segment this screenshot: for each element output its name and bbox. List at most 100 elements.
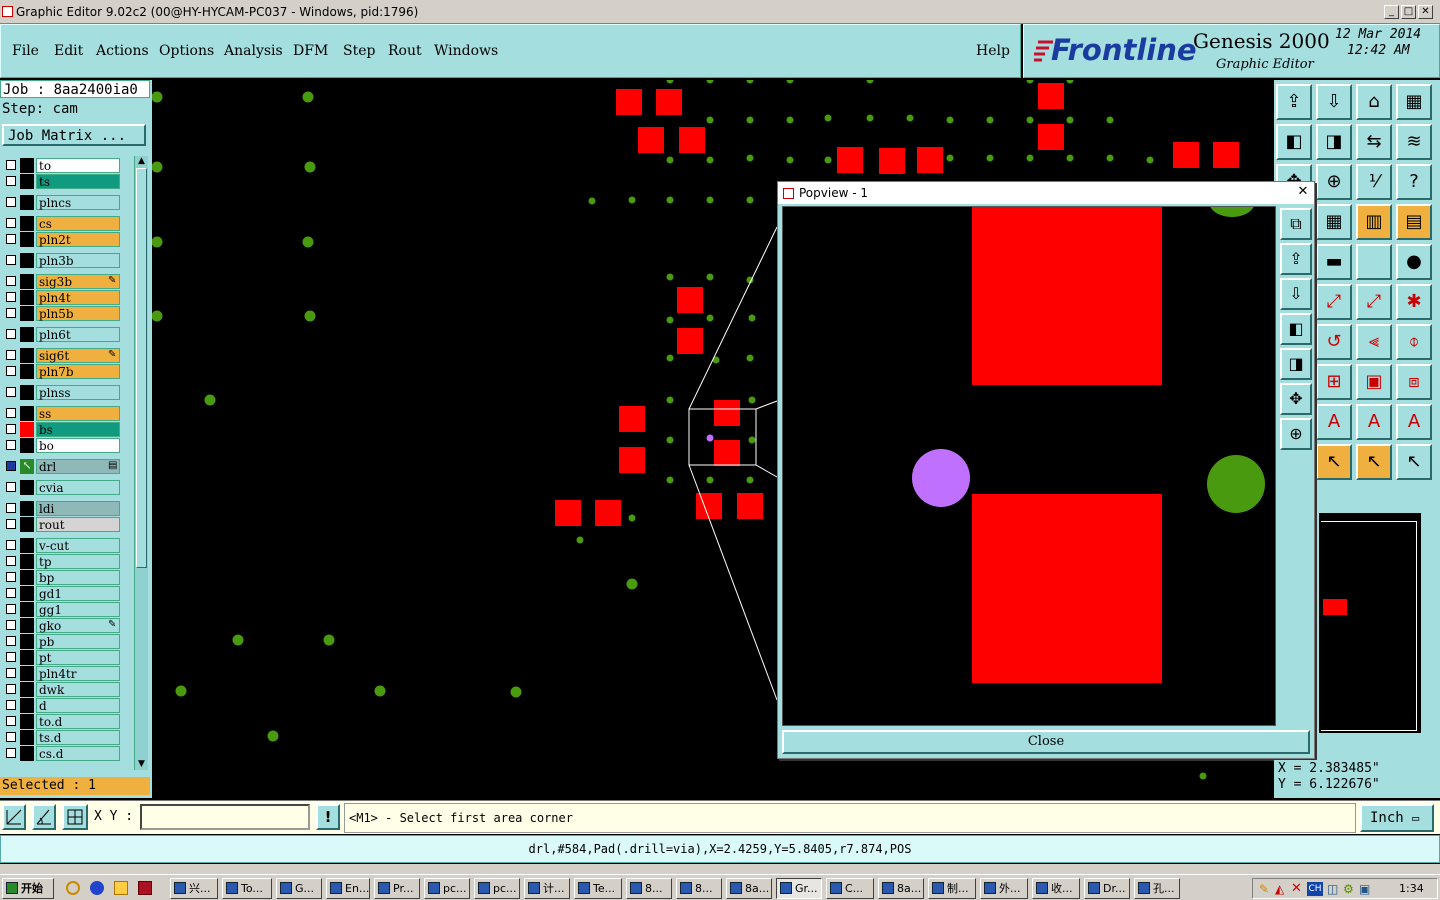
layer-checkbox[interactable] (6, 748, 16, 758)
view-window-icon[interactable]: ▦ (1396, 84, 1432, 120)
menu-windows[interactable]: Windows (434, 43, 498, 59)
layer-row-to.d[interactable]: to.d (2, 714, 120, 729)
help-icon[interactable]: ? (1396, 164, 1432, 200)
taskbar-item[interactable]: 8a... (878, 878, 924, 899)
layer-row-plnss[interactable]: plnss (2, 385, 120, 400)
layer-color-swatch[interactable] (20, 570, 34, 585)
maximize-button[interactable]: □ (1401, 5, 1416, 19)
pop-pan-right-icon[interactable]: ◨ (1280, 348, 1312, 380)
layer-row-bo[interactable]: bo (2, 438, 120, 453)
clock-app-icon[interactable] (66, 881, 80, 895)
layer-checkbox[interactable] (6, 329, 16, 339)
layer-row-d[interactable]: d (2, 698, 120, 713)
layer-checkbox[interactable] (6, 716, 16, 726)
layer-feature-icon[interactable]: ▥ (1356, 204, 1392, 240)
layer-checkbox[interactable] (6, 387, 16, 397)
taskbar-item[interactable]: 孔... (1134, 878, 1180, 899)
layer-color-swatch[interactable] (20, 195, 34, 210)
layer-color-swatch[interactable] (20, 174, 34, 189)
layer-row-pln4tr[interactable]: pln4tr (2, 666, 120, 681)
menu-step[interactable]: Step (343, 43, 375, 59)
layer-checkbox[interactable] (6, 668, 16, 678)
layer-color-swatch[interactable] (20, 586, 34, 601)
menu-rout[interactable]: Rout (388, 43, 422, 59)
layer-checkbox[interactable] (6, 540, 16, 550)
layer-color-swatch[interactable] (20, 746, 34, 761)
layer-row-dwk[interactable]: dwk (2, 682, 120, 697)
save-icon[interactable] (138, 881, 152, 895)
layer-row-pln7b[interactable]: pln7b (2, 364, 120, 379)
taskbar-item[interactable]: 外... (980, 878, 1028, 899)
layer-checkbox[interactable] (6, 700, 16, 710)
swap-icon[interactable]: ⇆ (1356, 124, 1392, 160)
ruler-icon[interactable] (1356, 244, 1392, 280)
layer-checkbox[interactable] (6, 620, 16, 630)
layer-color-swatch[interactable] (20, 216, 34, 231)
layer-row-pt[interactable]: pt (2, 650, 120, 665)
angle-tool-icon[interactable] (32, 804, 56, 830)
taskbar-item[interactable]: Dr... (1084, 878, 1130, 899)
pop-zoom-in-icon[interactable]: ⇪ (1280, 243, 1312, 275)
layer-row-cvia[interactable]: cvia (2, 480, 120, 495)
text-b-icon[interactable]: A (1356, 404, 1392, 440)
layer-color-swatch[interactable] (20, 348, 34, 363)
scroll-down-arrow-icon[interactable]: ▼ (136, 759, 147, 769)
layer-color-swatch[interactable] (20, 290, 34, 305)
layer-color-swatch[interactable] (20, 618, 34, 633)
select-more-icon[interactable]: ↖ (1396, 444, 1432, 480)
taskbar-item[interactable]: pc... (424, 878, 470, 899)
close-window-button[interactable]: ✕ (1418, 5, 1433, 19)
taskbar-item[interactable]: En... (326, 878, 370, 899)
menu-edit[interactable]: Edit (54, 43, 83, 59)
taskbar-item[interactable]: 收... (1032, 878, 1080, 899)
layer-color-swatch[interactable] (20, 385, 34, 400)
layer-checkbox[interactable] (6, 652, 16, 662)
layer-row-pb[interactable]: pb (2, 634, 120, 649)
layer-color-swatch[interactable] (20, 422, 34, 437)
layer-color-swatch[interactable] (20, 666, 34, 681)
network-icon[interactable]: ◫ (1327, 882, 1341, 896)
layer-color-swatch[interactable] (20, 650, 34, 665)
layer-row-pln6t[interactable]: pln6t (2, 327, 120, 342)
cross-tray-icon[interactable]: ✕ (1291, 881, 1305, 896)
layer-checkbox[interactable] (6, 503, 16, 513)
select-area-icon[interactable]: ↖ (1316, 444, 1352, 480)
popview-canvas[interactable] (782, 206, 1276, 726)
layer-row-sig3b[interactable]: sig3b ✎ (2, 274, 120, 289)
layer-checkbox[interactable] (6, 440, 16, 450)
layer-row-ts.d[interactable]: ts.d (2, 730, 120, 745)
layer-row-ldi[interactable]: ldi (2, 501, 120, 516)
layer-color-swatch[interactable] (20, 306, 34, 321)
layer-checkbox[interactable] (6, 350, 16, 360)
layer-row-plncs[interactable]: plncs (2, 195, 120, 210)
popview-close-icon[interactable]: ✕ (1294, 183, 1312, 201)
layer-color-swatch[interactable] (20, 501, 34, 516)
language-indicator[interactable]: CH (1307, 882, 1323, 896)
layer-color-swatch[interactable] (20, 714, 34, 729)
center-view-icon[interactable]: ⊕ (1316, 164, 1352, 200)
minimize-button[interactable]: _ (1384, 5, 1399, 19)
taskbar-item[interactable]: To... (222, 878, 272, 899)
layer-row-gd1[interactable]: gd1 (2, 586, 120, 601)
layer-color-swatch[interactable] (20, 517, 34, 532)
menu-dfm[interactable]: DFM (293, 43, 328, 59)
taskbar-item[interactable]: 制... (928, 878, 976, 899)
select-net-icon[interactable]: ↖ (1356, 444, 1392, 480)
layer-row-pln4t[interactable]: pln4t (2, 290, 120, 305)
zoom-fit-icon[interactable]: ⇩ (1316, 84, 1352, 120)
layer-row-tp[interactable]: tp (2, 554, 120, 569)
tool-tray-icon[interactable]: ◭ (1275, 882, 1289, 896)
taskbar-item[interactable]: 计... (524, 878, 570, 899)
route-icon[interactable]: ✱ (1396, 284, 1432, 320)
job-matrix-button[interactable]: Job Matrix ... (2, 124, 146, 146)
taskbar-item[interactable]: Te... (574, 878, 622, 899)
menu-analysis[interactable]: Analysis (224, 43, 283, 59)
zoom-home-icon[interactable]: ⇪ (1276, 84, 1312, 120)
layer-color-swatch[interactable] (20, 438, 34, 453)
layer-checkbox[interactable] (6, 519, 16, 529)
layer-color-swatch[interactable] (20, 634, 34, 649)
layer-checkbox[interactable] (6, 556, 16, 566)
text-a-icon[interactable]: A (1316, 404, 1352, 440)
layer-checkbox[interactable] (6, 292, 16, 302)
layer-checkbox[interactable] (6, 218, 16, 228)
